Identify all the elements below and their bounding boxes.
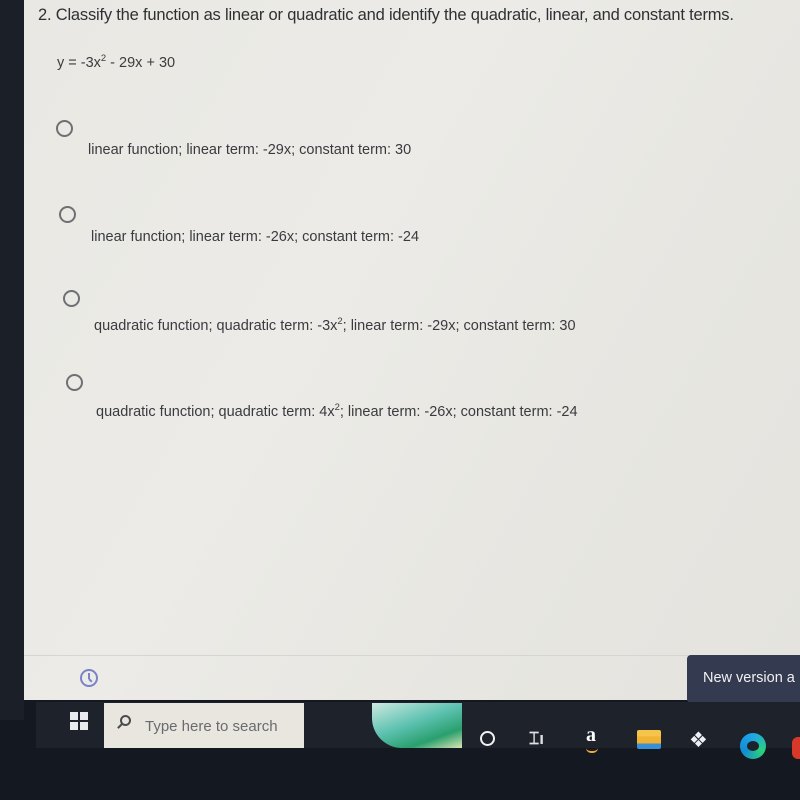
dropbox-icon[interactable]: ❖ [689, 728, 708, 753]
option-label[interactable]: quadratic function; quadratic term: -3x2… [94, 316, 576, 334]
option-text-part: ; linear term: -26x; constant term: -24 [339, 404, 578, 420]
amazon-icon[interactable]: a [586, 724, 598, 753]
option-label[interactable]: linear function; linear term: -29x; cons… [88, 142, 411, 158]
option-text-part: quadratic function; quadratic term: -3x [94, 318, 338, 334]
equation-prefix: y = -3x [57, 55, 101, 71]
option-text-part: ; linear term: -29x; constant term: 30 [342, 318, 576, 334]
new-version-toast[interactable]: New version a [687, 655, 800, 703]
option-label[interactable]: quadratic function; quadratic term: 4x2;… [96, 402, 578, 420]
option-text-part: quadratic function; quadratic term: 4x [96, 404, 335, 420]
task-view-icon[interactable]: ⌶ı [529, 729, 544, 749]
search-highlight-image[interactable] [372, 703, 462, 748]
monitor-bezel [0, 0, 24, 720]
equation-suffix: - 29x + 30 [106, 55, 176, 71]
edge-icon[interactable] [740, 733, 766, 759]
footer-divider [24, 655, 800, 656]
folder-icon[interactable] [637, 730, 661, 749]
radio-button[interactable] [63, 290, 80, 307]
radio-button[interactable] [66, 374, 83, 391]
quiz-page: 2. Classify the function as linear or qu… [24, 0, 800, 700]
option-label[interactable]: linear function; linear term: -26x; cons… [91, 229, 419, 245]
radio-button[interactable] [56, 120, 73, 137]
question-text: 2. Classify the function as linear or qu… [38, 6, 734, 24]
search-icon [120, 715, 131, 726]
radio-button[interactable] [59, 206, 76, 223]
search-placeholder[interactable]: Type here to search [145, 718, 278, 735]
app-icon-partial[interactable] [792, 737, 800, 759]
circle-icon[interactable] [480, 731, 495, 746]
equation: y = -3x2 - 29x + 30 [57, 53, 176, 71]
windows-logo-icon[interactable] [70, 712, 88, 730]
clock-icon[interactable] [80, 669, 98, 687]
